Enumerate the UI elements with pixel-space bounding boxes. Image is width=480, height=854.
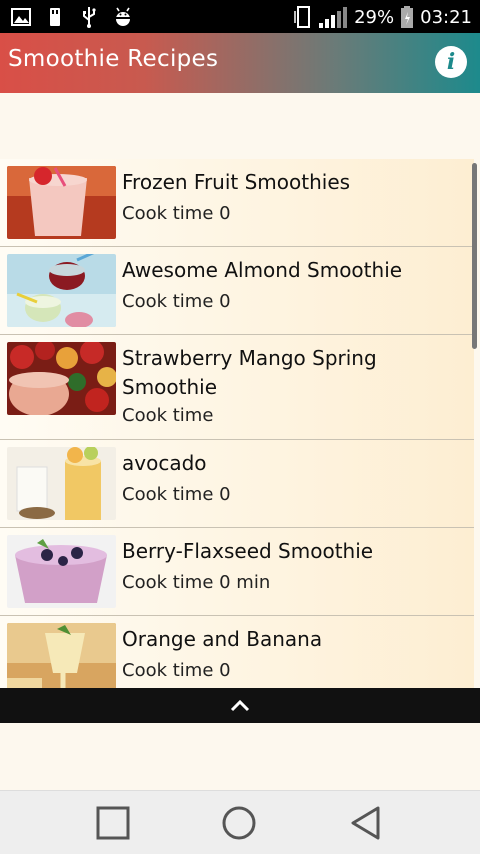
recents-icon[interactable]: [95, 805, 131, 841]
info-icon: i: [446, 49, 456, 75]
usb-storage-icon: [50, 8, 60, 26]
back-icon[interactable]: [348, 805, 384, 841]
recipe-cook-time: Cook time 0: [122, 203, 231, 224]
recipe-thumbnail: [7, 254, 116, 327]
list-item[interactable]: Frozen Fruit Smoothies Cook time 0: [0, 159, 474, 247]
signal-icon: [319, 7, 348, 28]
recipe-title: Orange and Banana: [122, 627, 323, 651]
recipe-title: Frozen Fruit Smoothies: [122, 170, 351, 194]
recipe-title: Berry-Flaxseed Smoothie: [122, 539, 374, 563]
recipe-cook-time: Cook time 0: [122, 484, 231, 505]
list-item[interactable]: Orange and Banana Cook time 0: [0, 616, 474, 688]
system-nav-bar: [0, 790, 480, 854]
clock: 03:21: [420, 6, 472, 28]
recipe-list[interactable]: Frozen Fruit Smoothies Cook time 0 Aweso…: [0, 159, 480, 688]
battery-icon: [401, 6, 414, 28]
list-item[interactable]: Berry-Flaxseed Smoothie Cook time 0 min: [0, 528, 474, 616]
recipe-cook-time: Cook time: [122, 405, 214, 426]
recipe-cook-time: Cook time 0: [122, 291, 231, 312]
recipe-thumbnail: [7, 166, 116, 239]
collapse-bar[interactable]: [0, 688, 480, 723]
android-debug-icon: [116, 7, 130, 26]
status-bar: 29% 03:21: [0, 0, 480, 33]
list-item[interactable]: Awesome Almond Smoothie Cook time 0: [0, 247, 474, 335]
list-item[interactable]: Strawberry Mango Spring Smoothie Cook ti…: [0, 335, 474, 440]
vibrate-icon: [294, 6, 311, 28]
recipe-title: Strawberry Mango Spring Smoothie: [122, 346, 377, 399]
info-button[interactable]: i: [435, 46, 467, 78]
recipe-title: avocado: [122, 451, 207, 475]
usb-icon: [83, 7, 96, 28]
recipe-cook-time: Cook time 0: [122, 660, 231, 681]
battery-percent: 29%: [354, 6, 395, 28]
recipe-thumbnail: [7, 447, 116, 520]
recipe-thumbnail: [7, 535, 116, 608]
app-title: Smoothie Recipes: [8, 46, 219, 72]
recipe-cook-time: Cook time 0 min: [122, 572, 271, 593]
recipe-title: Awesome Almond Smoothie: [122, 258, 403, 282]
recipe-thumbnail: [7, 342, 116, 415]
app-bar: Smoothie Recipes i: [0, 33, 480, 93]
home-icon[interactable]: [221, 805, 257, 841]
image-icon: [11, 8, 31, 26]
chevron-up-icon: [230, 699, 250, 712]
list-scrollbar[interactable]: [472, 163, 477, 349]
list-item[interactable]: avocado Cook time 0: [0, 440, 474, 528]
recipe-thumbnail: [7, 623, 116, 688]
